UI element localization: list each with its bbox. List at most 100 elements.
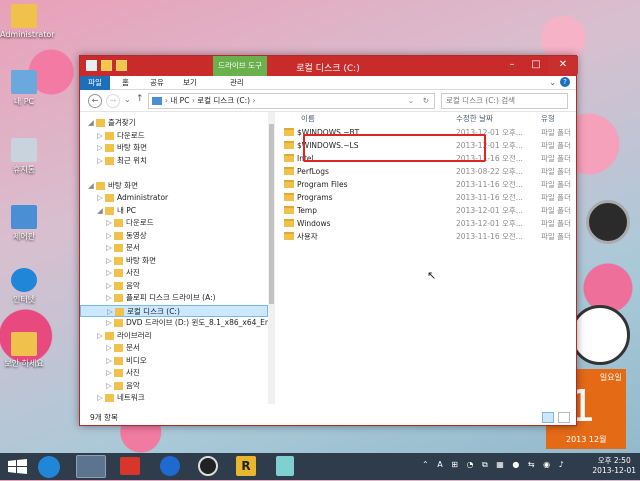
nav-item[interactable]: ▷ 사진 bbox=[80, 367, 268, 380]
maximize-button[interactable]: □ bbox=[524, 56, 548, 74]
collapsed-arrow-icon[interactable]: ▷ bbox=[106, 280, 114, 293]
collapsed-arrow-icon[interactable]: ▷ bbox=[106, 217, 114, 230]
system-tray[interactable]: ⌃ A ⊞ ◔ ⧉ ▦ ● ⇆ ◉ ♪ bbox=[422, 460, 567, 470]
collapsed-arrow-icon[interactable]: ▷ bbox=[106, 317, 114, 330]
desktop-icon-mypc[interactable]: 내 PC bbox=[0, 70, 48, 107]
nav-scrollbar-thumb[interactable] bbox=[269, 124, 274, 304]
nav-item[interactable]: ▷ 음악 bbox=[80, 280, 268, 293]
minimize-button[interactable]: – bbox=[500, 56, 524, 74]
file-row[interactable]: Program Files 2013-11-16 오전... 파일 폴더 bbox=[276, 178, 576, 191]
nav-item[interactable]: ▷ 플로피 디스크 드라이브 (A:) bbox=[80, 292, 268, 305]
nav-item[interactable]: ▷ 다운로드 bbox=[80, 130, 268, 143]
file-type: 파일 폴더 bbox=[541, 232, 571, 241]
collapsed-arrow-icon[interactable]: ▷ bbox=[106, 230, 114, 243]
taskbar-ie-icon[interactable] bbox=[38, 456, 60, 478]
tab-file[interactable]: 파일 bbox=[80, 76, 110, 90]
up-button[interactable]: ↑ bbox=[136, 94, 144, 104]
desktop-icon-control-panel[interactable]: 제어판 bbox=[0, 205, 48, 242]
collapsed-arrow-icon[interactable]: ▷ bbox=[106, 342, 114, 355]
column-headers: 이름 수정한 날짜 유형 bbox=[276, 112, 576, 126]
file-row[interactable]: Temp 2013-12-01 오후... 파일 폴더 bbox=[276, 204, 576, 217]
file-row[interactable]: PerfLogs 2013-08-22 오후... 파일 폴더 bbox=[276, 165, 576, 178]
details-view-icon[interactable] bbox=[542, 412, 554, 423]
collapsed-arrow-icon[interactable]: ▷ bbox=[97, 192, 105, 205]
taskbar-clock[interactable]: 오후 2:50 2013-12-01 bbox=[592, 456, 636, 476]
nav-item[interactable]: ▷ 다운로드 bbox=[80, 217, 268, 230]
nav-item[interactable]: ▷ 비디오 bbox=[80, 355, 268, 368]
nav-item[interactable]: ▷ 문서 bbox=[80, 342, 268, 355]
collapsed-arrow-icon[interactable]: ▷ bbox=[106, 292, 114, 305]
desktop-icon-administrator[interactable]: Administrator bbox=[0, 4, 55, 39]
start-button[interactable] bbox=[2, 455, 34, 478]
tab-view[interactable]: 보기 bbox=[177, 76, 203, 90]
collapsed-arrow-icon[interactable]: ▷ bbox=[106, 255, 114, 268]
column-date[interactable]: 수정한 날짜 bbox=[456, 112, 493, 126]
expanded-arrow-icon[interactable]: ◢ bbox=[97, 205, 105, 218]
taskbar-explorer-icon[interactable] bbox=[76, 455, 106, 478]
taskbar-notepad-icon[interactable] bbox=[276, 456, 294, 476]
collapsed-arrow-icon[interactable]: ▷ bbox=[106, 355, 114, 368]
collapsed-arrow-icon[interactable]: ▷ bbox=[97, 155, 105, 168]
expanded-arrow-icon[interactable]: ◢ bbox=[88, 180, 96, 193]
taskbar-power-icon[interactable] bbox=[160, 456, 180, 476]
file-row[interactable]: Windows 2013-12-01 오후... 파일 폴더 bbox=[276, 217, 576, 230]
address-dropdown-icon[interactable]: ⌄ bbox=[408, 94, 414, 108]
nav-item[interactable]: ▷ 바탕 화면 bbox=[80, 142, 268, 155]
address-box[interactable]: › 내 PC › 로컬 디스크 (C:) › ⌄ ↻ bbox=[148, 93, 435, 109]
collapsed-arrow-icon[interactable]: ▷ bbox=[106, 267, 114, 280]
breadcrumb-mypc[interactable]: 내 PC bbox=[170, 96, 189, 105]
nav-item[interactable]: ▷ DVD 드라이브 (D:) 윈도_8.1_x86_x64_Enter bbox=[80, 317, 268, 330]
file-row[interactable]: 사용자 2013-11-16 오전... 파일 폴더 bbox=[276, 230, 576, 243]
file-name: PerfLogs bbox=[297, 167, 329, 176]
taskbar-clock-icon[interactable] bbox=[198, 456, 218, 476]
column-type[interactable]: 유형 bbox=[541, 112, 555, 126]
refresh-icon[interactable]: ↻ bbox=[423, 94, 429, 108]
column-name[interactable]: 이름 bbox=[301, 112, 315, 126]
search-input[interactable]: 로컬 디스크 (C:) 검색 bbox=[441, 93, 568, 109]
nav-item[interactable]: ▷ 사진 bbox=[80, 267, 268, 280]
nav-item[interactable]: ◢ 내 PC bbox=[80, 205, 268, 218]
nav-item[interactable]: ▷ 네트워크 bbox=[80, 392, 268, 404]
collapsed-arrow-icon[interactable]: ▷ bbox=[97, 330, 105, 343]
desktop-icon-recycle-bin[interactable]: 휴지통 bbox=[0, 138, 48, 175]
tab-manage[interactable]: 관리 bbox=[224, 76, 250, 90]
tab-home[interactable]: 홈 bbox=[116, 76, 135, 90]
nav-item-label: 사진 bbox=[126, 268, 140, 277]
collapsed-arrow-icon[interactable]: ▷ bbox=[106, 242, 114, 255]
collapsed-arrow-icon[interactable]: ▷ bbox=[106, 380, 114, 393]
breadcrumb-localdisk[interactable]: 로컬 디스크 (C:) bbox=[197, 96, 250, 105]
collapsed-arrow-icon[interactable]: ▷ bbox=[97, 130, 105, 143]
pane-splitter[interactable] bbox=[268, 112, 275, 404]
expanded-arrow-icon[interactable]: ◢ bbox=[88, 117, 96, 130]
collapsed-arrow-icon[interactable]: ▷ bbox=[97, 142, 105, 155]
collapsed-arrow-icon[interactable]: ▷ bbox=[97, 392, 105, 404]
desktop-icon-internet[interactable]: 인터넷 bbox=[0, 268, 48, 305]
title-bar[interactable]: 드라이브 도구 로컬 디스크 (C:) – □ ✕ bbox=[80, 56, 578, 76]
collapsed-arrow-icon[interactable]: ▷ bbox=[106, 367, 114, 380]
tab-share[interactable]: 공유 bbox=[144, 76, 170, 90]
expand-ribbon-icon[interactable]: ⌄ bbox=[549, 78, 556, 87]
nav-item[interactable]: ◢ 바탕 화면 bbox=[80, 180, 268, 193]
folder-icon bbox=[284, 180, 294, 188]
large-icons-view-icon[interactable] bbox=[558, 412, 570, 423]
file-row[interactable]: Programs 2013-11-16 오전... 파일 폴더 bbox=[276, 191, 576, 204]
forward-button[interactable]: → bbox=[106, 94, 120, 108]
nav-item[interactable]: ▷ Administrator bbox=[80, 192, 268, 205]
nav-item[interactable]: ▷ 동영상 bbox=[80, 230, 268, 243]
folder-icon bbox=[96, 119, 105, 127]
nav-item[interactable]: ▷ 라이브러리 bbox=[80, 330, 268, 343]
nav-item[interactable]: ▷ 바탕 화면 bbox=[80, 255, 268, 268]
nav-item[interactable]: ◢ 즐겨찾기 bbox=[80, 117, 268, 130]
close-button[interactable]: ✕ bbox=[548, 56, 578, 74]
back-button[interactable]: ← bbox=[88, 94, 102, 108]
help-icon[interactable]: ? bbox=[560, 77, 570, 87]
desktop-icon-folder[interactable]: 보안 하세요 bbox=[0, 332, 48, 369]
taskbar-app-red-icon[interactable] bbox=[120, 457, 140, 475]
highlight-box bbox=[303, 134, 486, 162]
nav-item[interactable]: ▷ 최근 위치 bbox=[80, 155, 268, 168]
nav-item[interactable]: ▷ 음악 bbox=[80, 380, 268, 393]
nav-item[interactable]: ▷ 문서 bbox=[80, 242, 268, 255]
nav-item[interactable]: ▷ 로컬 디스크 (C:) bbox=[80, 304, 268, 317]
recent-dropdown-icon[interactable]: ⌄ bbox=[124, 95, 131, 104]
taskbar-r-app-icon[interactable]: R bbox=[236, 456, 256, 476]
